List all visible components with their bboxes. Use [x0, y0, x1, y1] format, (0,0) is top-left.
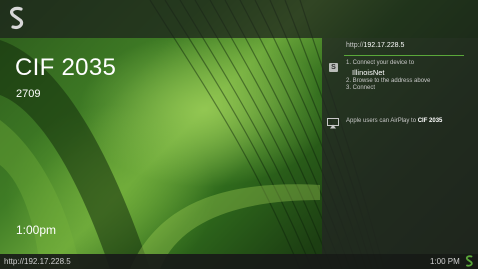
- room-name: CIF 2035: [15, 54, 117, 81]
- step-1: 1. Connect your device to: [346, 60, 415, 66]
- network-name: IllinoisNet: [352, 67, 385, 77]
- top-bar: [0, 0, 478, 38]
- step-3: 3. Connect: [346, 85, 376, 91]
- clock-display: 1:00pm: [16, 223, 57, 237]
- connect-steps: 1. Connect your device to IllinoisNet 2.…: [346, 60, 430, 93]
- panel-url: http://192.17.228.5: [346, 42, 405, 49]
- bottom-bar: http://192.17.228.5 1:00 PM: [0, 254, 478, 269]
- panel-divider: [344, 55, 464, 56]
- step-2: 2. Browse to the address above: [346, 77, 431, 84]
- solstice-step-icon: S: [329, 63, 338, 72]
- footer-time: 1:00 PM: [430, 257, 460, 266]
- solstice-logo-icon: [10, 6, 24, 29]
- connection-panel: http://192.17.228.5 S 1. Connect your de…: [322, 38, 478, 254]
- room-number: 2709: [16, 88, 41, 100]
- airplay-icon: [327, 118, 339, 129]
- airplay-info: Apple users can AirPlay to CIF 2035: [346, 118, 443, 124]
- solstice-footer-logo-icon: [465, 255, 473, 267]
- footer-url: http://192.17.228.5: [4, 257, 71, 266]
